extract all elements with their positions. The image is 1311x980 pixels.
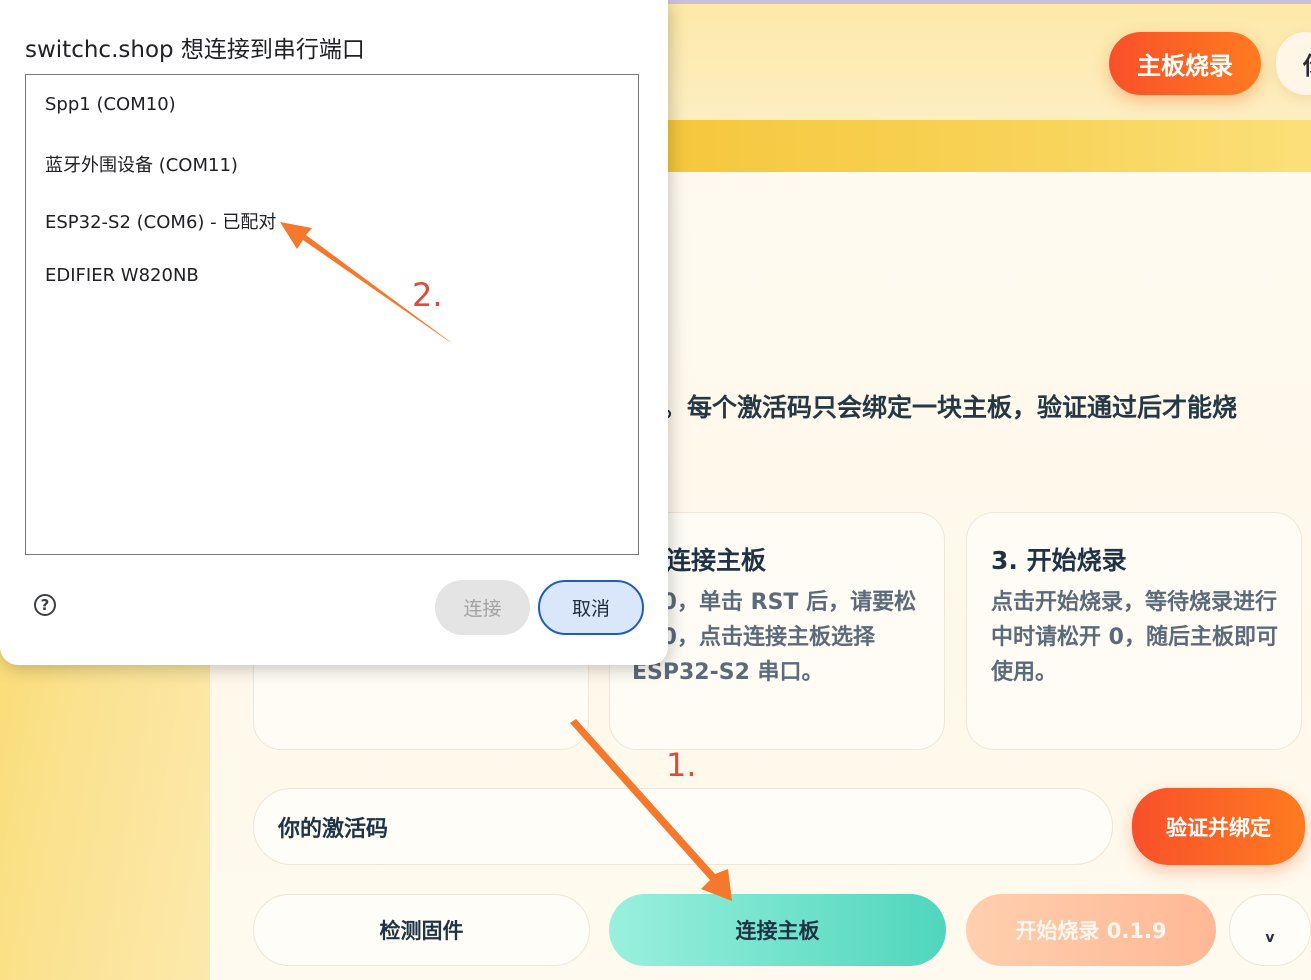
annotation-label-2: 2. [412,276,443,314]
port-item[interactable]: 蓝牙外围设备 (COM11) [45,151,238,177]
step-title: 连接主板 [666,546,767,575]
header-accent-bar [668,120,1311,172]
activation-code-input[interactable]: 你的激活码 [253,788,1113,865]
detect-firmware-button[interactable]: 检测固件 [253,894,590,966]
more-options-button[interactable]: v [1229,894,1311,966]
port-list: Spp1 (COM10) 蓝牙外围设备 (COM11) ESP32-S2 (CO… [25,74,639,555]
start-flash-button[interactable]: 开始烧录 0.1.9 [966,894,1216,966]
step-title: 3. 开始烧录 [991,546,1127,575]
verify-bind-button[interactable]: 验证并绑定 [1132,788,1305,865]
nav-flash-button[interactable]: 主板烧录 [1109,32,1261,95]
help-icon[interactable]: ? [34,594,56,616]
port-item[interactable]: ESP32-S2 (COM6) - 已配对 [45,208,276,234]
step-desc: 主 0，单击 RST 后，请要松开 0，点击连接主板选择 ESP32-S2 串口… [632,590,917,685]
activation-notice: 。每个激活码只会绑定一块主板，验证通过后才能烧 [662,393,1238,422]
serial-port-dialog: switchc.shop 想连接到串行端口 Spp1 (COM10) 蓝牙外围设… [0,0,668,665]
dialog-connect-button[interactable]: 连接 [435,580,530,635]
step-desc: 点击开始烧录，等待烧录进行中时请松开 0，随后主板即可使用。 [991,590,1278,685]
step-card-3: 3. 开始烧录 点击开始烧录，等待烧录进行中时请松开 0，随后主板即可使用。 [966,512,1302,750]
port-item[interactable]: Spp1 (COM10) [45,94,176,115]
dialog-title: switchc.shop 想连接到串行端口 [25,37,365,63]
port-item[interactable]: EDIFIER W820NB [45,265,199,286]
connect-board-button[interactable]: 连接主板 [609,894,946,966]
dialog-cancel-button[interactable]: 取消 [538,580,644,635]
annotation-label-1: 1. [666,746,697,784]
